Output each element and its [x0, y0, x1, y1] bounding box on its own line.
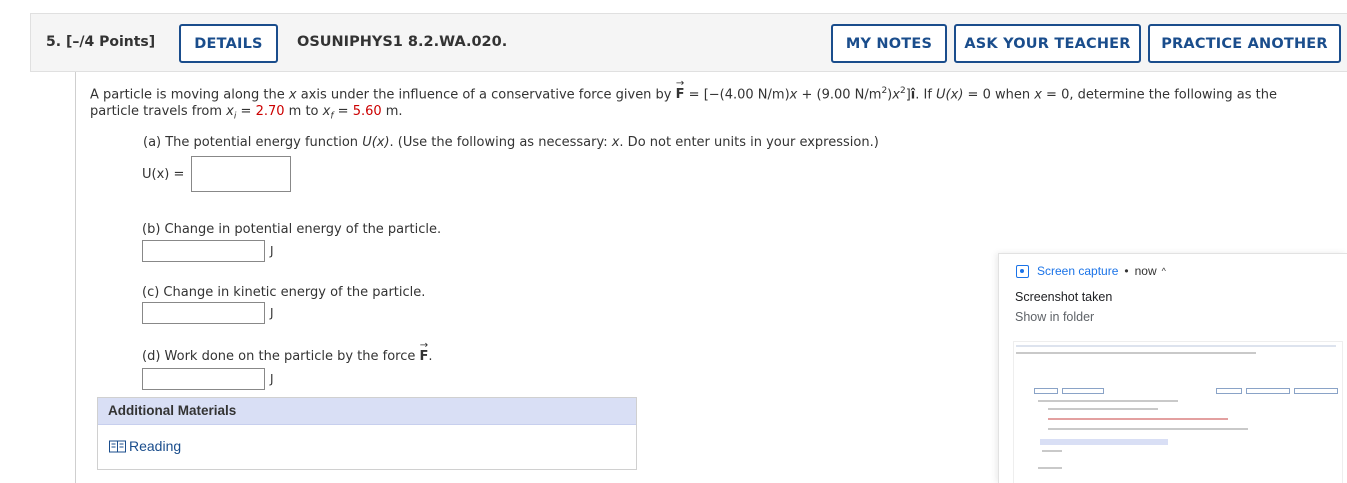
- screen-capture-icon: [1016, 264, 1029, 278]
- part-d-label: (d) Work done on the particle by the for…: [142, 338, 433, 365]
- question-number-points: 5. [–/4 Points]: [46, 34, 155, 50]
- notification-separator: •: [1124, 264, 1129, 278]
- notification-title: Screenshot taken: [1015, 290, 1113, 304]
- question-header: 5. [–/4 Points] DETAILS OSUNIPHYS1 8.2.W…: [30, 13, 1347, 72]
- question-points: [–/4 Points]: [65, 34, 156, 50]
- potential-energy-function-input[interactable]: [191, 156, 291, 192]
- change-potential-energy-input[interactable]: [142, 240, 265, 262]
- force-vector-symbol: F: [676, 76, 685, 103]
- change-kinetic-energy-input[interactable]: [142, 302, 265, 324]
- reading-link[interactable]: Reading: [109, 438, 181, 454]
- additional-materials-panel: Additional Materials Reading: [97, 397, 637, 470]
- part-b-unit: J: [270, 244, 274, 258]
- problem-statement-line-1: A particle is moving along the x axis un…: [90, 76, 1277, 103]
- part-c-label: (c) Change in kinetic energy of the part…: [142, 285, 426, 300]
- reading-label: Reading: [129, 438, 182, 454]
- part-d-unit: J: [270, 372, 274, 386]
- notification-time: now: [1134, 264, 1157, 278]
- question-left-rule: [75, 72, 76, 483]
- part-a-label: (a) The potential energy function U(x). …: [143, 135, 879, 150]
- notification-source: Screen capture • now ^: [1016, 264, 1166, 278]
- question-code: OSUNIPHYS1 8.2.WA.020.: [297, 34, 508, 50]
- initial-position-value: 2.70: [255, 104, 285, 119]
- work-done-input[interactable]: [142, 368, 265, 390]
- part-c-unit: J: [270, 306, 274, 320]
- notification-app-name: Screen capture: [1037, 264, 1119, 278]
- additional-materials-title: Additional Materials: [98, 398, 636, 425]
- part-b-label: (b) Change in potential energy of the pa…: [142, 222, 442, 237]
- force-vector-symbol-d: F: [420, 338, 429, 365]
- chevron-up-icon[interactable]: ^: [1162, 266, 1166, 276]
- part-a-input-label: U(x) =: [142, 167, 185, 182]
- final-position-value: 5.60: [352, 104, 382, 119]
- show-in-folder-link[interactable]: Show in folder: [1015, 310, 1094, 324]
- screenshot-thumbnail[interactable]: [1013, 341, 1343, 483]
- ask-your-teacher-button[interactable]: ASK YOUR TEACHER: [954, 24, 1141, 63]
- problem-statement-line-2: particle travels from xi = 2.70 m to xf …: [90, 104, 403, 122]
- question-number: 5.: [46, 34, 62, 50]
- practice-another-button[interactable]: PRACTICE ANOTHER: [1148, 24, 1341, 63]
- book-icon: [109, 440, 126, 452]
- screenshot-notification[interactable]: Screen capture • now ^ Screenshot taken …: [998, 253, 1347, 483]
- my-notes-button[interactable]: MY NOTES: [831, 24, 947, 63]
- details-button[interactable]: DETAILS: [179, 24, 278, 63]
